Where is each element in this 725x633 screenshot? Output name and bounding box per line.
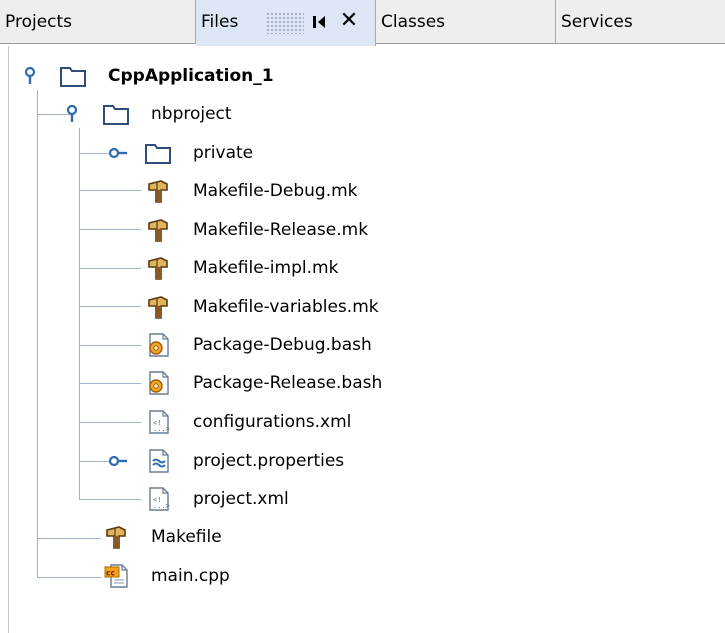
tree-node-label: Package-Release.bash [193, 373, 383, 393]
tree-node-file[interactable]: project.properties [0, 442, 725, 480]
collapsed-handle-icon[interactable] [108, 143, 130, 163]
tree-node-label: private [193, 143, 254, 163]
folder-icon [59, 63, 87, 89]
expanded-handle-icon[interactable] [66, 104, 88, 124]
tree-node-file[interactable]: configurations.xml [0, 403, 725, 441]
tree-node-label: Makefile-impl.mk [193, 258, 339, 278]
tree-node-label: Makefile-Release.mk [193, 220, 369, 240]
tree-node-root[interactable]: CppApplication_1 [0, 57, 725, 95]
properties-file-icon [144, 448, 172, 474]
tree-node-label: Makefile [151, 527, 222, 547]
tree-node-private[interactable]: private [0, 134, 725, 172]
makefile-icon [144, 178, 172, 204]
tree-node-label: CppApplication_1 [108, 66, 274, 86]
tree-node-label: project.properties [193, 451, 345, 471]
tree-node-file[interactable]: project.xml [0, 480, 725, 518]
expanded-handle-icon[interactable] [24, 66, 46, 86]
collapsed-handle-icon[interactable] [108, 451, 130, 471]
tree-node-file[interactable]: Makefile-Debug.mk [0, 172, 725, 210]
tree-node-file[interactable]: Makefile-variables.mk [0, 288, 725, 326]
folder-icon [144, 140, 172, 166]
file-tree: CppApplication_1 nbproject private Makef… [0, 0, 725, 633]
makefile-icon [102, 524, 130, 550]
makefile-icon [144, 294, 172, 320]
cpp-file-icon [102, 563, 130, 589]
tree-node-nbproject[interactable]: nbproject [0, 95, 725, 133]
xml-file-icon [144, 409, 172, 435]
folder-icon [102, 101, 130, 127]
tree-node-file[interactable]: Package-Debug.bash [0, 326, 725, 364]
tree-node-file[interactable]: Package-Release.bash [0, 364, 725, 402]
tree-node-file[interactable]: Makefile-Release.mk [0, 211, 725, 249]
tree-node-file[interactable]: Makefile [0, 518, 725, 556]
shell-script-icon [144, 332, 172, 358]
tree-node-file[interactable]: Makefile-impl.mk [0, 249, 725, 287]
tree-node-label: configurations.xml [193, 412, 352, 432]
tree-node-label: Makefile-Debug.mk [193, 181, 358, 201]
tree-node-label: project.xml [193, 489, 289, 509]
makefile-icon [144, 217, 172, 243]
shell-script-icon [144, 370, 172, 396]
xml-file-icon [144, 486, 172, 512]
tree-node-label: nbproject [151, 104, 232, 124]
tree-node-file[interactable]: main.cpp [0, 557, 725, 595]
tree-node-label: Makefile-variables.mk [193, 297, 379, 317]
tree-node-label: Package-Debug.bash [193, 335, 372, 355]
makefile-icon [144, 255, 172, 281]
tree-node-label: main.cpp [151, 566, 230, 586]
